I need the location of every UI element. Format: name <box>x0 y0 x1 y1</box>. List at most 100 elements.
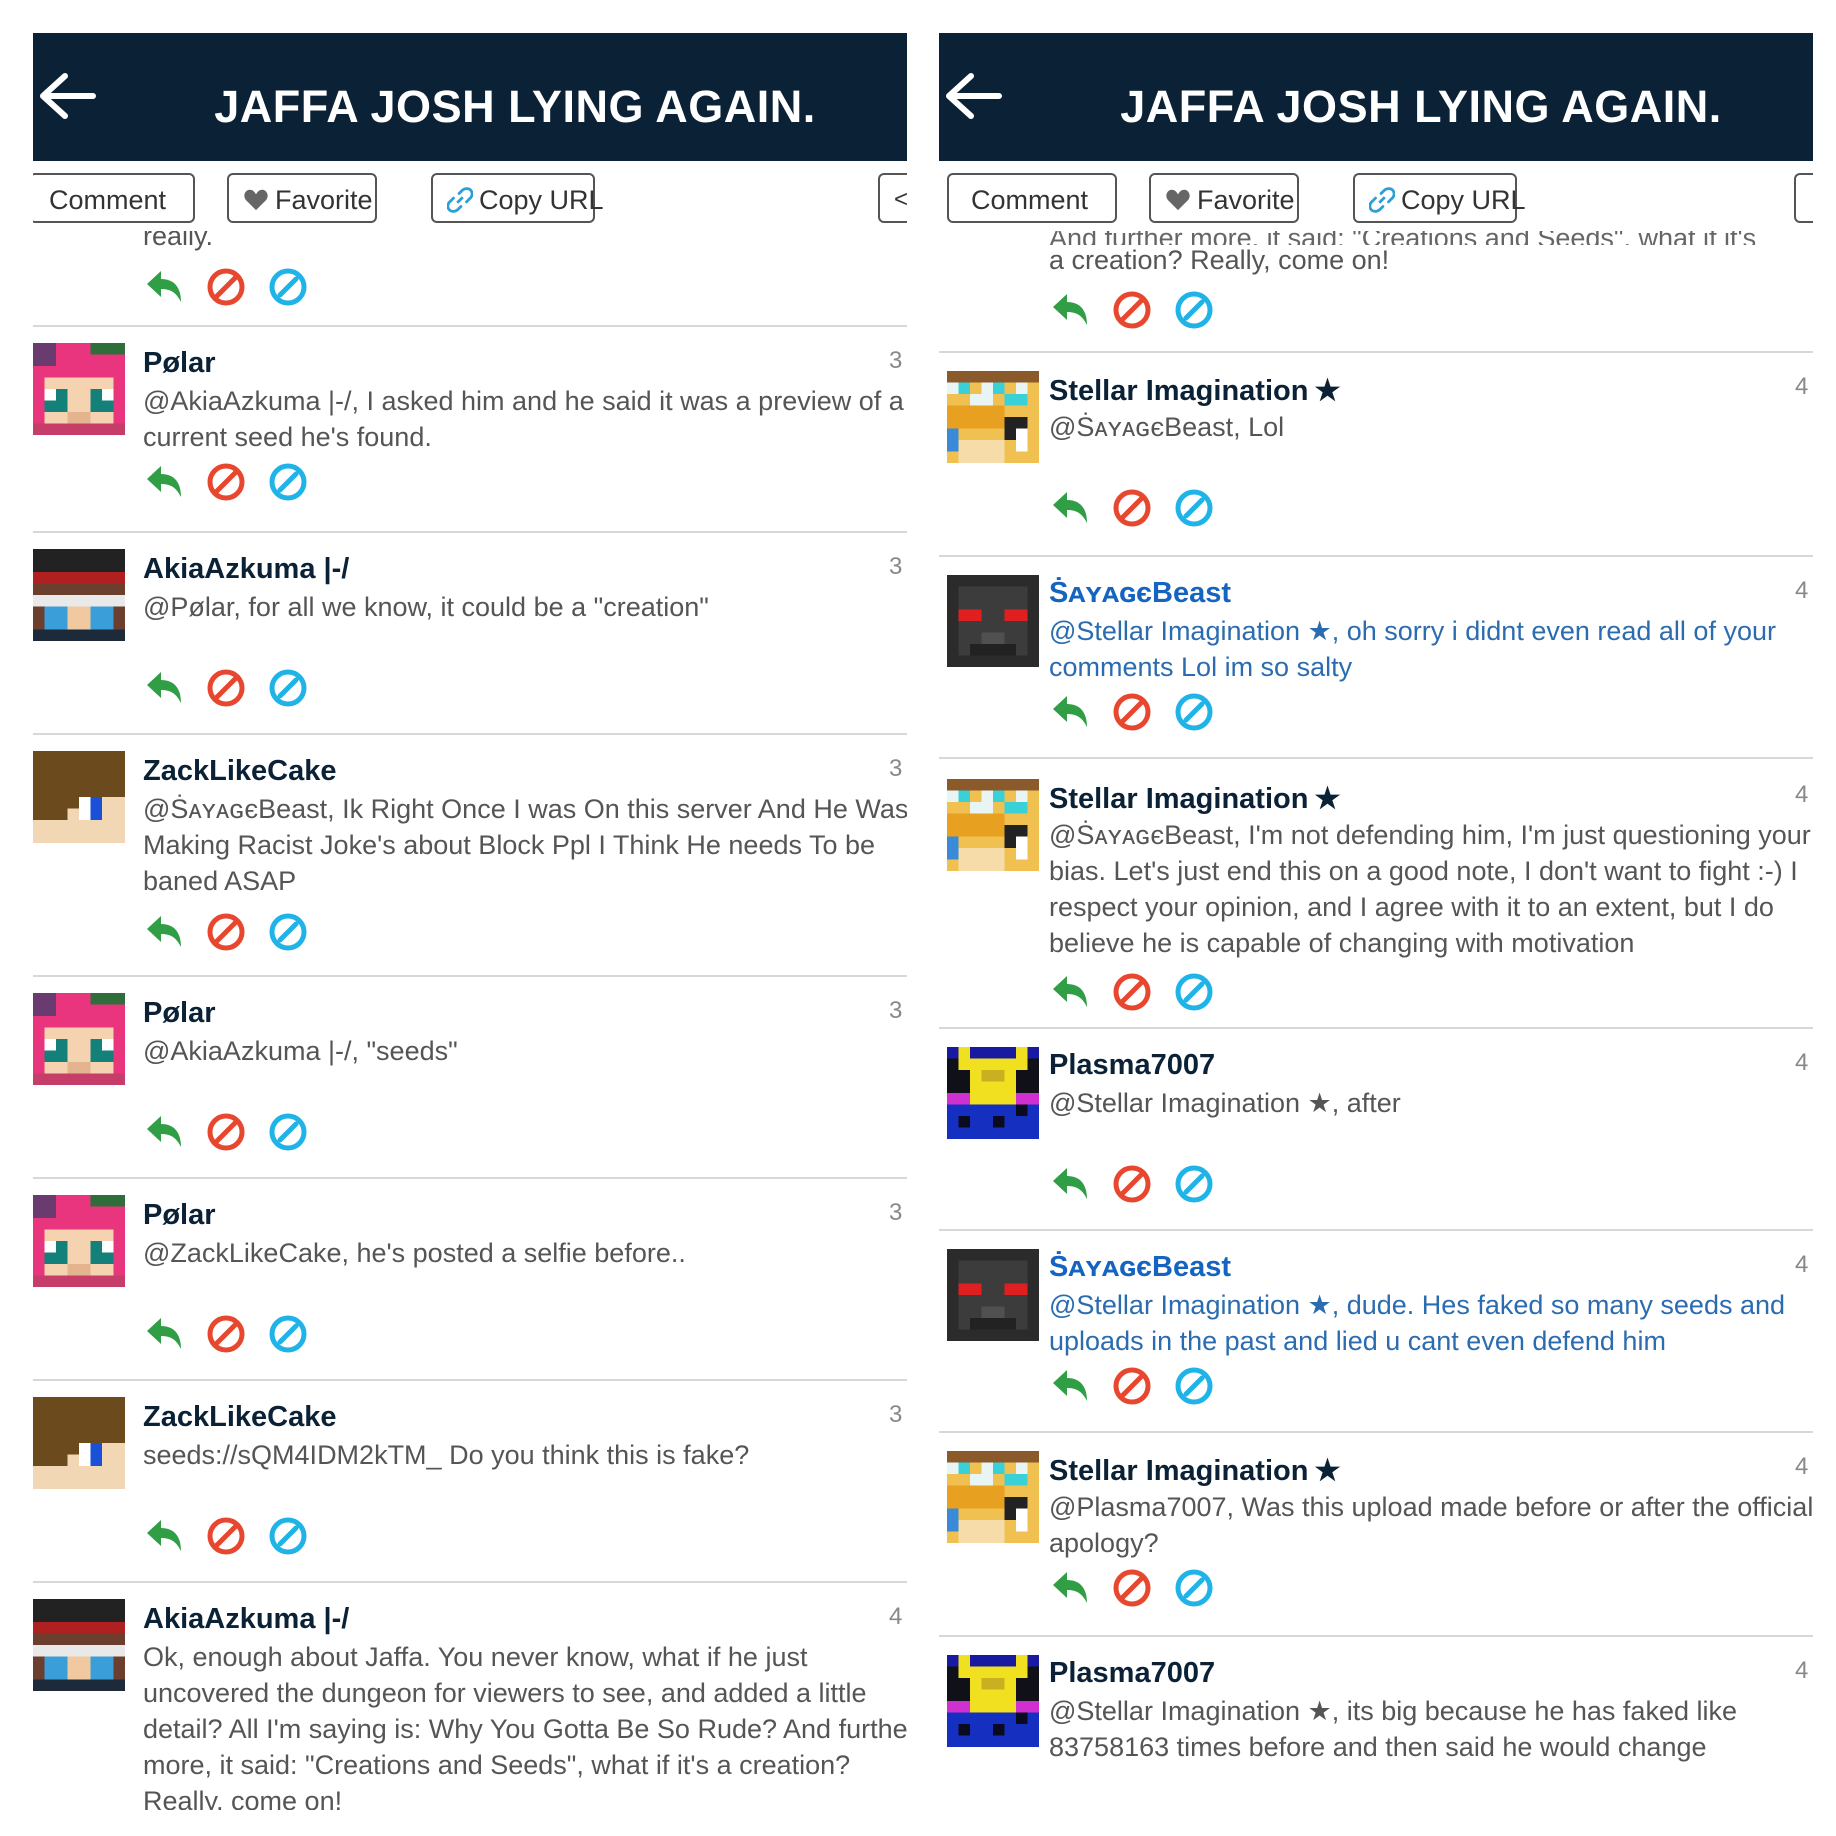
comment-author[interactable]: AkiaAzkuma |-/ <box>143 1603 349 1636</box>
block-icon[interactable] <box>205 667 247 709</box>
avatar[interactable] <box>33 1191 125 1291</box>
reply-icon[interactable] <box>143 1313 185 1355</box>
block-icon[interactable] <box>205 266 247 308</box>
comment-actions <box>143 266 323 308</box>
block-icon[interactable] <box>1111 1163 1153 1205</box>
avatar[interactable] <box>33 1595 125 1695</box>
reply-icon[interactable] <box>143 1515 185 1557</box>
avatar[interactable] <box>947 367 1039 467</box>
reply-icon[interactable] <box>143 461 185 503</box>
report-icon[interactable] <box>1173 691 1215 733</box>
avatar[interactable] <box>947 571 1039 671</box>
block-icon[interactable] <box>1111 289 1153 331</box>
comment-author[interactable]: ṠᴀʏᴀɢєBeast <box>1049 1251 1231 1284</box>
comment-text: @Plasma7007, Was this upload made before… <box>1049 1492 1813 1558</box>
report-icon[interactable] <box>267 1111 309 1153</box>
action-toolbar: Comment Favorite Copy URL <box>939 161 1813 231</box>
comment-time: 4 h <box>1795 1049 1813 1076</box>
avatar[interactable] <box>33 747 125 847</box>
block-icon[interactable] <box>1111 1567 1153 1609</box>
reply-icon[interactable] <box>1049 289 1091 331</box>
back-arrow-icon[interactable] <box>943 71 1003 121</box>
back-arrow-icon[interactable] <box>37 71 97 121</box>
copy-url-button[interactable]: Copy URL <box>431 173 604 223</box>
reply-icon[interactable] <box>1049 1163 1091 1205</box>
reply-icon[interactable] <box>1049 1567 1091 1609</box>
reply-icon[interactable] <box>1049 487 1091 529</box>
author-name: Stellar Imagination <box>1049 1455 1309 1487</box>
comment-author[interactable]: ZackLikeCake <box>143 1401 336 1434</box>
comment-text: @ZackLikeCake, he's posted a selfie befo… <box>143 1238 686 1268</box>
comment-feed[interactable]: really. Pølar 3 h @AkiaAzkuma |-/, I ask… <box>33 231 907 1810</box>
comment-actions <box>143 461 323 503</box>
avatar[interactable] <box>947 1651 1039 1751</box>
block-icon[interactable] <box>205 911 247 953</box>
report-icon[interactable] <box>267 1515 309 1557</box>
comment-author[interactable]: Stellar Imagination ★ <box>1049 781 1340 816</box>
heart-icon <box>1165 188 1191 212</box>
comment-author[interactable]: Pølar <box>143 347 216 380</box>
reply-icon[interactable] <box>1049 691 1091 733</box>
report-icon[interactable] <box>267 461 309 503</box>
report-icon[interactable] <box>1173 289 1215 331</box>
report-icon[interactable] <box>267 911 309 953</box>
avatar[interactable] <box>33 1393 125 1493</box>
comment-button-label: Comment <box>49 184 167 215</box>
report-icon[interactable] <box>267 1313 309 1355</box>
comment-author[interactable]: Plasma7007 <box>1049 1657 1215 1690</box>
comment-feed[interactable]: And further more, it said: "Creations an… <box>939 231 1813 1810</box>
comment-author[interactable]: ZackLikeCake <box>143 755 336 788</box>
reply-icon[interactable] <box>143 911 185 953</box>
comment-button[interactable]: Comment <box>33 173 195 223</box>
author-name: Stellar Imagination <box>1049 783 1309 815</box>
block-icon[interactable] <box>1111 691 1153 733</box>
comment-button[interactable]: Comment <box>947 173 1117 223</box>
avatar[interactable] <box>33 989 125 1089</box>
share-button[interactable] <box>1794 173 1813 223</box>
divider <box>939 1027 1813 1029</box>
report-icon[interactable] <box>1173 971 1215 1013</box>
block-icon[interactable] <box>205 1515 247 1557</box>
report-icon[interactable] <box>267 266 309 308</box>
avatar[interactable] <box>33 339 125 439</box>
block-icon[interactable] <box>205 1313 247 1355</box>
comment-author[interactable]: Pølar <box>143 997 216 1030</box>
report-icon[interactable] <box>1173 1365 1215 1407</box>
report-icon[interactable] <box>267 667 309 709</box>
reply-icon[interactable] <box>143 1111 185 1153</box>
block-icon[interactable] <box>205 1111 247 1153</box>
comment-author[interactable]: AkiaAzkuma |-/ <box>143 553 349 586</box>
block-icon[interactable] <box>1111 971 1153 1013</box>
divider <box>33 1581 907 1583</box>
block-icon[interactable] <box>1111 1365 1153 1407</box>
share-button[interactable]: < <box>878 173 907 223</box>
report-icon[interactable] <box>1173 1567 1215 1609</box>
avatar[interactable] <box>33 545 125 645</box>
comment-time: 4 h <box>1795 1251 1813 1278</box>
comment-actions <box>143 667 323 709</box>
comment-time: 3 h <box>889 553 907 580</box>
comment-author[interactable]: Stellar Imagination ★ <box>1049 373 1340 408</box>
block-icon[interactable] <box>1111 487 1153 529</box>
copy-url-button[interactable]: Copy URL <box>1353 173 1526 223</box>
comment-author[interactable]: Pølar <box>143 1199 216 1232</box>
avatar[interactable] <box>947 1447 1039 1547</box>
comment-author[interactable]: ṠᴀʏᴀɢєBeast <box>1049 577 1231 610</box>
avatar[interactable] <box>947 775 1039 875</box>
comment-author[interactable]: Plasma7007 <box>1049 1049 1215 1082</box>
reply-icon[interactable] <box>1049 971 1091 1013</box>
comment-actions <box>143 1313 323 1355</box>
favorite-button[interactable]: Favorite <box>1149 173 1299 223</box>
report-icon[interactable] <box>1173 487 1215 529</box>
reply-icon[interactable] <box>143 266 185 308</box>
block-icon[interactable] <box>205 461 247 503</box>
report-icon[interactable] <box>1173 1163 1215 1205</box>
reply-icon[interactable] <box>1049 1365 1091 1407</box>
reply-icon[interactable] <box>143 667 185 709</box>
comment-time: 4 h <box>1795 1657 1813 1684</box>
favorite-button[interactable]: Favorite <box>227 173 377 223</box>
comment-time: 4 h <box>1795 577 1813 604</box>
avatar[interactable] <box>947 1245 1039 1345</box>
avatar[interactable] <box>947 1043 1039 1143</box>
comment-author[interactable]: Stellar Imagination ★ <box>1049 1453 1340 1488</box>
